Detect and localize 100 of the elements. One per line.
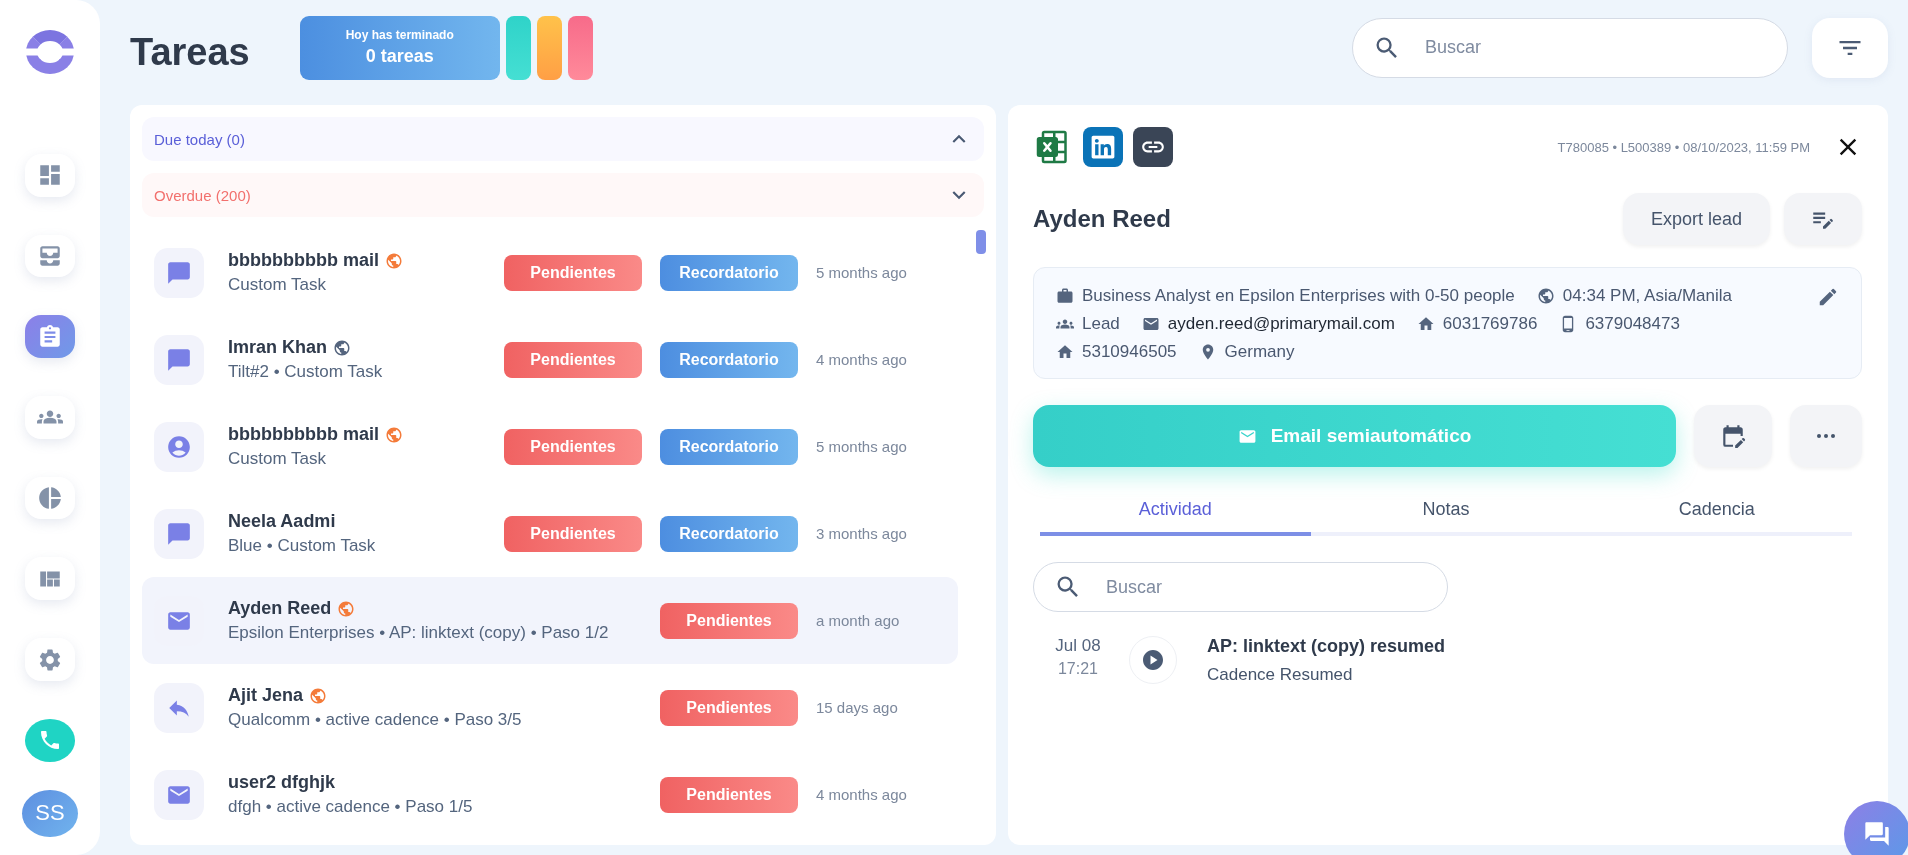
- nav-button[interactable]: [25, 315, 75, 359]
- task-subtitle: Qualcomm • active cadence • Paso 3/5: [228, 710, 523, 730]
- pie-chart-icon: [37, 485, 63, 512]
- banner-caption: Hoy has terminado: [345, 28, 454, 42]
- task-subtitle: Epsilon Enterprises • AP: linktext (copy) • Paso 1/2: [228, 623, 610, 643]
- section-header[interactable]: Due today (0): [142, 117, 984, 161]
- activity-search-field[interactable]: Buscar: [1033, 562, 1448, 612]
- link-icon[interactable]: [1133, 127, 1173, 167]
- lead-info-item: ayden.reed@primarymail.com: [1141, 314, 1395, 334]
- lead-info-item: Business Analyst en Epsilon Enterprises with 0-50 people: [1056, 286, 1515, 306]
- lead-info-item: 6379048473: [1559, 314, 1680, 334]
- status-tag: Pendientes: [660, 689, 798, 726]
- progress-pill: [505, 15, 531, 80]
- page-title: Tareas: [130, 31, 250, 74]
- lead-info-item: 04:34 PM, Asia/Manila: [1536, 286, 1732, 306]
- nav-button[interactable]: [25, 396, 75, 439]
- linkedin-logo-icon[interactable]: [1083, 127, 1123, 167]
- task-time: a month ago: [816, 612, 901, 629]
- task-row[interactable]: Ajit Jena Qualcomm • active cadence • Paso 3/5 Pendientes 15 days ago: [142, 664, 958, 751]
- task-name: Neela Aadmi: [228, 511, 336, 532]
- house-icon: [1416, 315, 1435, 333]
- lead-name: Ayden Reed: [1033, 205, 1171, 233]
- lead-info-item: 6031769786: [1416, 314, 1538, 334]
- chat-bubble-icon: [166, 259, 192, 286]
- section-label: Overdue (200): [154, 186, 251, 204]
- activity-search-input[interactable]: Buscar: [1104, 575, 1427, 599]
- task-row[interactable]: Imran Khan Tilt#2 • Custom Task Pendientes Recordatorio 4 months ago: [142, 316, 958, 403]
- task-row[interactable]: user2 dfghjk dfgh • active cadence • Paso 1/5 Pendientes 4 months ago: [142, 751, 958, 838]
- reminder-tag: Recordatorio: [660, 515, 798, 552]
- lead-info-item: Germany: [1198, 342, 1295, 362]
- task-row[interactable]: bbbbbbbbbb mail Custom Task Pendientes Recordatorio 5 months ago: [142, 229, 958, 316]
- edit-info-button[interactable]: [1817, 286, 1839, 308]
- task-time: 5 months ago: [816, 438, 908, 455]
- task-subtitle: Custom Task: [228, 275, 327, 295]
- task-row[interactable]: bbbbbbbbbb mail Custom Task Pendientes Recordatorio 5 months ago: [142, 403, 958, 490]
- status-tag: Pendientes: [504, 428, 642, 465]
- task-name: Imran Khan: [228, 337, 328, 358]
- scrollbar-thumb[interactable]: [976, 230, 986, 254]
- progress-pill: [567, 15, 593, 80]
- help-chat-icon: [1863, 820, 1891, 848]
- reminder-tag: Recordatorio: [660, 341, 798, 378]
- task-name: bbbbbbbbbb mail: [228, 424, 379, 445]
- export-lead-button[interactable]: Export lead: [1622, 193, 1770, 245]
- status-tag: Pendientes: [504, 254, 642, 291]
- help-button[interactable]: [1844, 801, 1908, 855]
- clipboard-icon: [37, 323, 63, 350]
- reminder-tag: Recordatorio: [660, 428, 798, 465]
- task-time: 5 months ago: [816, 264, 908, 281]
- tab[interactable]: Notas: [1310, 499, 1582, 536]
- house-icon: [1056, 343, 1074, 361]
- activity-time: 17:21: [1057, 660, 1098, 678]
- reminder-tag: Recordatorio: [660, 254, 798, 291]
- lead-meta: T780085 • L500389 • 08/10/2023, 11:59 PM: [1557, 139, 1810, 155]
- tab[interactable]: Cadencia: [1581, 499, 1852, 536]
- edit-button[interactable]: [1784, 193, 1862, 245]
- task-time: 4 months ago: [816, 351, 908, 368]
- task-subtitle: dfgh • active cadence • Paso 1/5: [228, 797, 474, 817]
- more-icon: [1817, 434, 1835, 438]
- task-subtitle: Blue • Custom Task: [228, 536, 377, 556]
- nav-button[interactable]: [25, 557, 75, 601]
- schedule-button[interactable]: [1694, 405, 1772, 467]
- status-tag: Pendientes: [504, 515, 642, 552]
- briefcase-icon: [1056, 287, 1074, 305]
- nav-button[interactable]: [25, 234, 75, 278]
- task-name: Ajit Jena: [228, 685, 304, 706]
- phone-button[interactable]: [25, 718, 75, 762]
- calendar-icon: [1720, 423, 1746, 449]
- task-subtitle: Custom Task: [228, 449, 327, 469]
- nav-button[interactable]: [25, 638, 75, 681]
- nav-button[interactable]: [25, 476, 75, 520]
- logo-icon: [26, 30, 74, 75]
- chat-bubble-icon: [166, 520, 192, 547]
- pencil-icon: [1817, 286, 1839, 308]
- activity-title: AP: linktext (copy) resumed: [1207, 636, 1446, 657]
- envelope-icon: [1141, 315, 1160, 333]
- search-input[interactable]: Buscar: [1423, 36, 1767, 59]
- lead-info-item: Lead: [1056, 314, 1120, 334]
- status-tag: Pendientes: [660, 602, 798, 639]
- play-icon: [1141, 648, 1165, 672]
- person-icon: [166, 433, 192, 460]
- tab[interactable]: Actividad: [1040, 499, 1311, 536]
- task-name: bbbbbbbbbb mail: [228, 250, 379, 271]
- task-time: 15 days ago: [816, 699, 899, 716]
- task-name: Ayden Reed: [228, 598, 332, 619]
- task-time: 3 months ago: [816, 525, 908, 542]
- globe-icon: [1536, 287, 1555, 305]
- task-name: user2 dfghjk: [228, 772, 336, 793]
- status-tag: Pendientes: [660, 776, 798, 813]
- task-row[interactable]: Neela Aadmi Blue • Custom Task Pendientes Recordatorio 3 months ago: [142, 490, 958, 577]
- task-row[interactable]: Ayden Reed Epsilon Enterprises • AP: linktext (copy) • Paso 1/2 Pendientes a month ago: [142, 577, 958, 664]
- nav-button[interactable]: [25, 154, 75, 197]
- task-time: 4 months ago: [816, 786, 908, 803]
- banner-count: 0 tareas: [365, 46, 434, 67]
- task-subtitle: Tilt#2 • Custom Task: [228, 362, 384, 382]
- chat-bubble-icon: [166, 346, 192, 373]
- status-tag: Pendientes: [504, 341, 642, 378]
- activity-description: Cadence Resumed: [1207, 665, 1354, 685]
- section-label: Due today (0): [154, 130, 245, 148]
- lead-info-item: 5310946505: [1056, 342, 1177, 362]
- search-field[interactable]: Buscar: [1352, 17, 1788, 78]
